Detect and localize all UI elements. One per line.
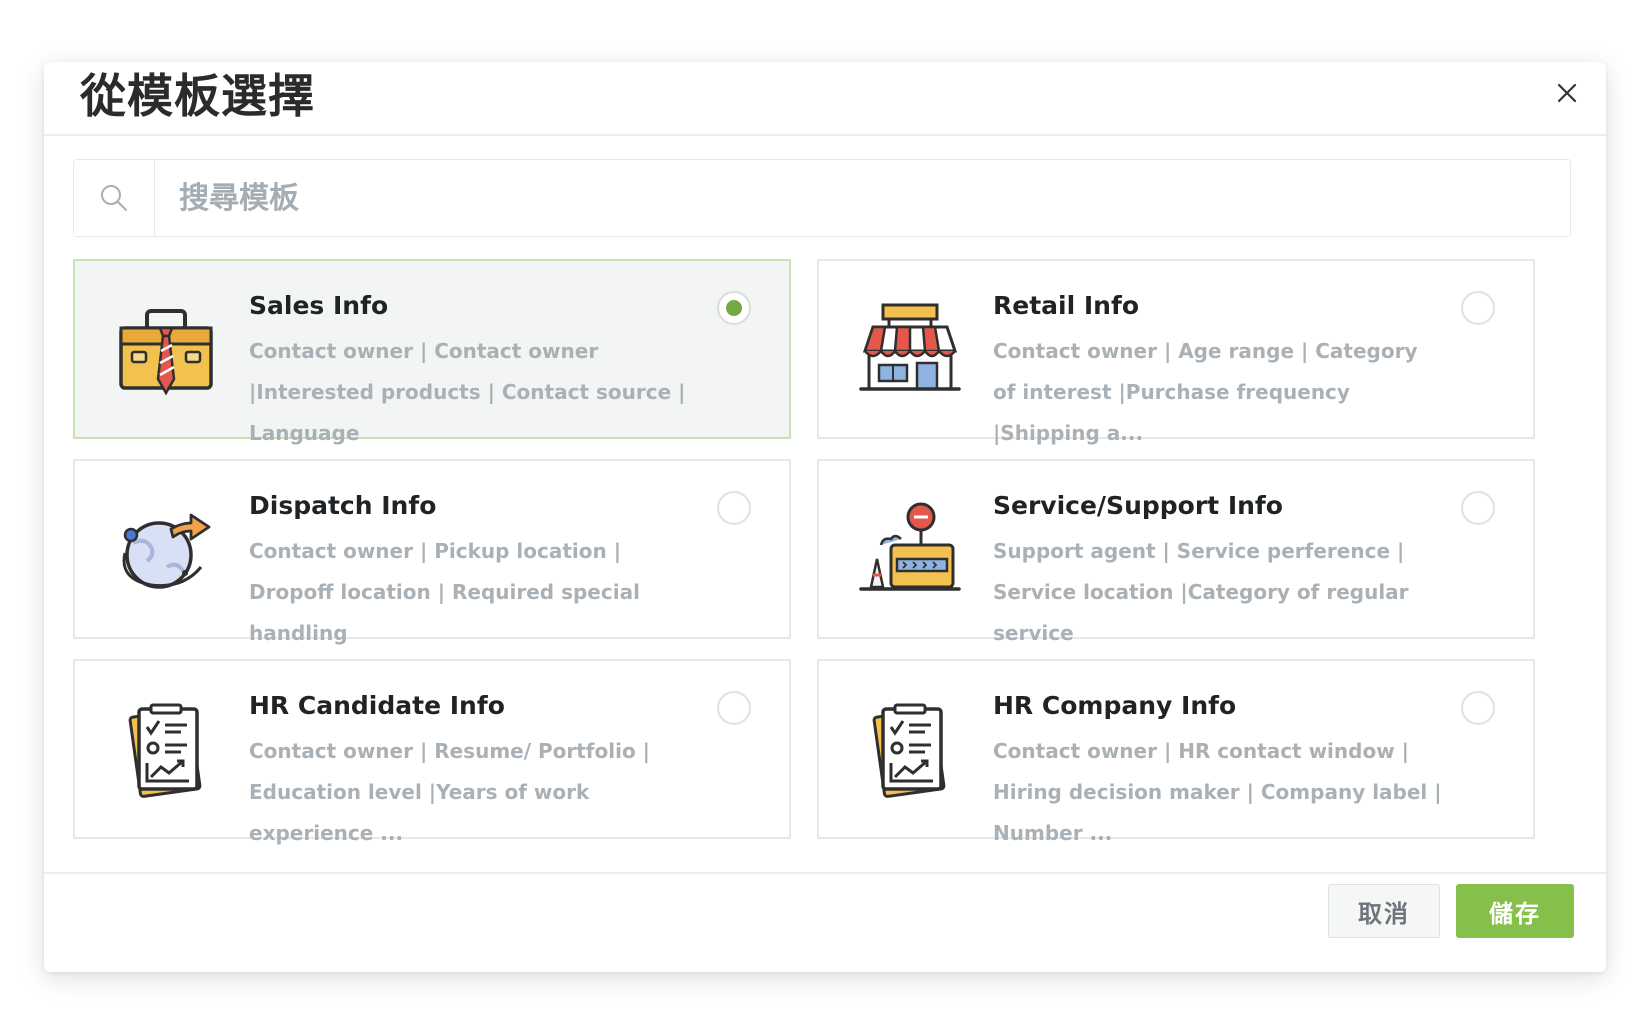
search-box (73, 159, 1571, 237)
search-icon (101, 185, 127, 211)
template-radio-hr-candidate-info[interactable] (717, 691, 751, 725)
storefront-icon (855, 301, 965, 401)
checklist-icon (111, 701, 221, 801)
service-counter-icon (855, 501, 965, 601)
dialog-header: 從模板選擇 (44, 62, 1606, 136)
card-title: Dispatch Info (249, 491, 437, 520)
globe-arrow-icon (111, 501, 221, 601)
card-title: Retail Info (993, 291, 1140, 320)
template-grid: Sales Info Contact owner | Contact owner… (73, 259, 1535, 845)
template-radio-service-support-info[interactable] (1461, 491, 1495, 525)
dialog-footer: 取消 儲存 (44, 872, 1606, 972)
card-title: Service/Support Info (993, 491, 1283, 520)
search-icon-cell (74, 160, 155, 236)
template-card-dispatch-info[interactable]: Dispatch Info Contact owner | Pickup loc… (73, 459, 791, 645)
template-card-hr-candidate-info[interactable]: HR Candidate Info Contact owner | Resume… (73, 659, 791, 845)
checklist-icon (855, 701, 965, 801)
card-description: Support agent | Service perference | Ser… (993, 539, 1409, 645)
card-title: HR Company Info (993, 691, 1237, 720)
card-description: Contact owner | Resume/ Portfolio | Educ… (249, 739, 650, 845)
search-input[interactable] (155, 160, 1570, 236)
dialog-title: 從模板選擇 (80, 69, 315, 123)
template-card-hr-company-info[interactable]: HR Company Info Contact owner | HR conta… (817, 659, 1535, 845)
template-radio-retail-info[interactable] (1461, 291, 1495, 325)
template-card-service-support-info[interactable]: Service/Support Info Support agent | Ser… (817, 459, 1535, 645)
save-button[interactable]: 儲存 (1456, 884, 1574, 938)
cancel-button[interactable]: 取消 (1328, 884, 1440, 938)
template-dialog: 從模板選擇 搜尋模板 Sales Info Contact owner | Co… (44, 62, 1606, 972)
card-title: Sales Info (249, 291, 389, 320)
card-description: Contact owner | Contact owner |Intereste… (249, 339, 686, 445)
template-radio-sales-info[interactable] (717, 291, 751, 325)
close-button[interactable] (1550, 76, 1584, 110)
template-card-sales-info[interactable]: Sales Info Contact owner | Contact owner… (73, 259, 791, 445)
template-radio-hr-company-info[interactable] (1461, 691, 1495, 725)
briefcase-icon (111, 301, 221, 401)
card-title: HR Candidate Info (249, 691, 505, 720)
card-description: Contact owner | HR contact window | Hiri… (993, 739, 1442, 845)
close-icon (1557, 83, 1577, 103)
template-radio-dispatch-info[interactable] (717, 491, 751, 525)
template-card-retail-info[interactable]: Retail Info Contact owner | Age range | … (817, 259, 1535, 445)
card-description: Contact owner | Age range | Category of … (993, 339, 1418, 445)
card-description: Contact owner | Pickup location | Dropof… (249, 539, 640, 645)
